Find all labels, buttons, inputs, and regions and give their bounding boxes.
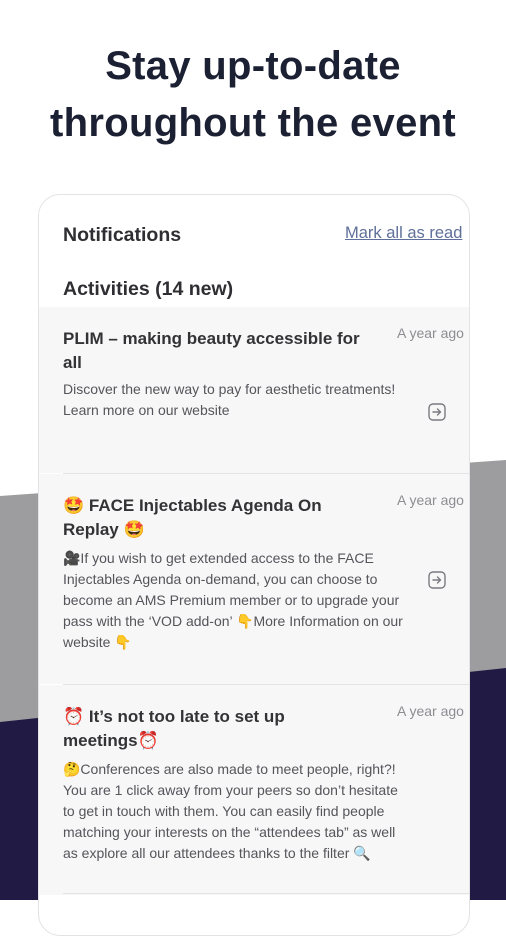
notification-time: A year ago [397,703,464,719]
arrow-right-icon[interactable] [428,403,446,421]
headline-line-2: throughout the event [50,101,456,145]
headline-line-1: Stay up-to-date [105,44,401,88]
mark-all-read-link[interactable]: Mark all as read [345,224,462,243]
notification-title: 🤩 FACE Injectables Agenda On Replay 🤩 [63,496,322,539]
notification-item[interactable]: ⏰ It’s not too late to set up meetings⏰ … [39,685,469,895]
notification-body: 🤔Conferences are also made to meet peopl… [63,761,398,861]
divider [63,893,469,894]
notification-time: A year ago [397,492,464,508]
notifications-card: Notifications Mark all as read Activitie… [38,194,470,936]
notifications-title: Notifications [63,224,182,246]
notification-body: Discover the new way to pay for aestheti… [63,381,396,418]
notification-title: ⏰ It’s not too late to set up meetings⏰ [63,707,285,750]
arrow-right-icon[interactable] [428,571,446,589]
notification-time: A year ago [397,325,464,341]
notification-body: 🎥If you wish to get extended access to t… [63,550,403,650]
notification-item[interactable]: PLIM – making beauty accessible for all … [39,307,469,474]
notification-item[interactable]: 🤩 FACE Injectables Agenda On Replay 🤩 A … [39,474,469,685]
activities-section-title: Activities (14 new) [63,278,234,300]
page-headline: Stay up-to-date throughout the event [0,38,506,152]
notification-title: PLIM – making beauty accessible for all [63,329,360,372]
